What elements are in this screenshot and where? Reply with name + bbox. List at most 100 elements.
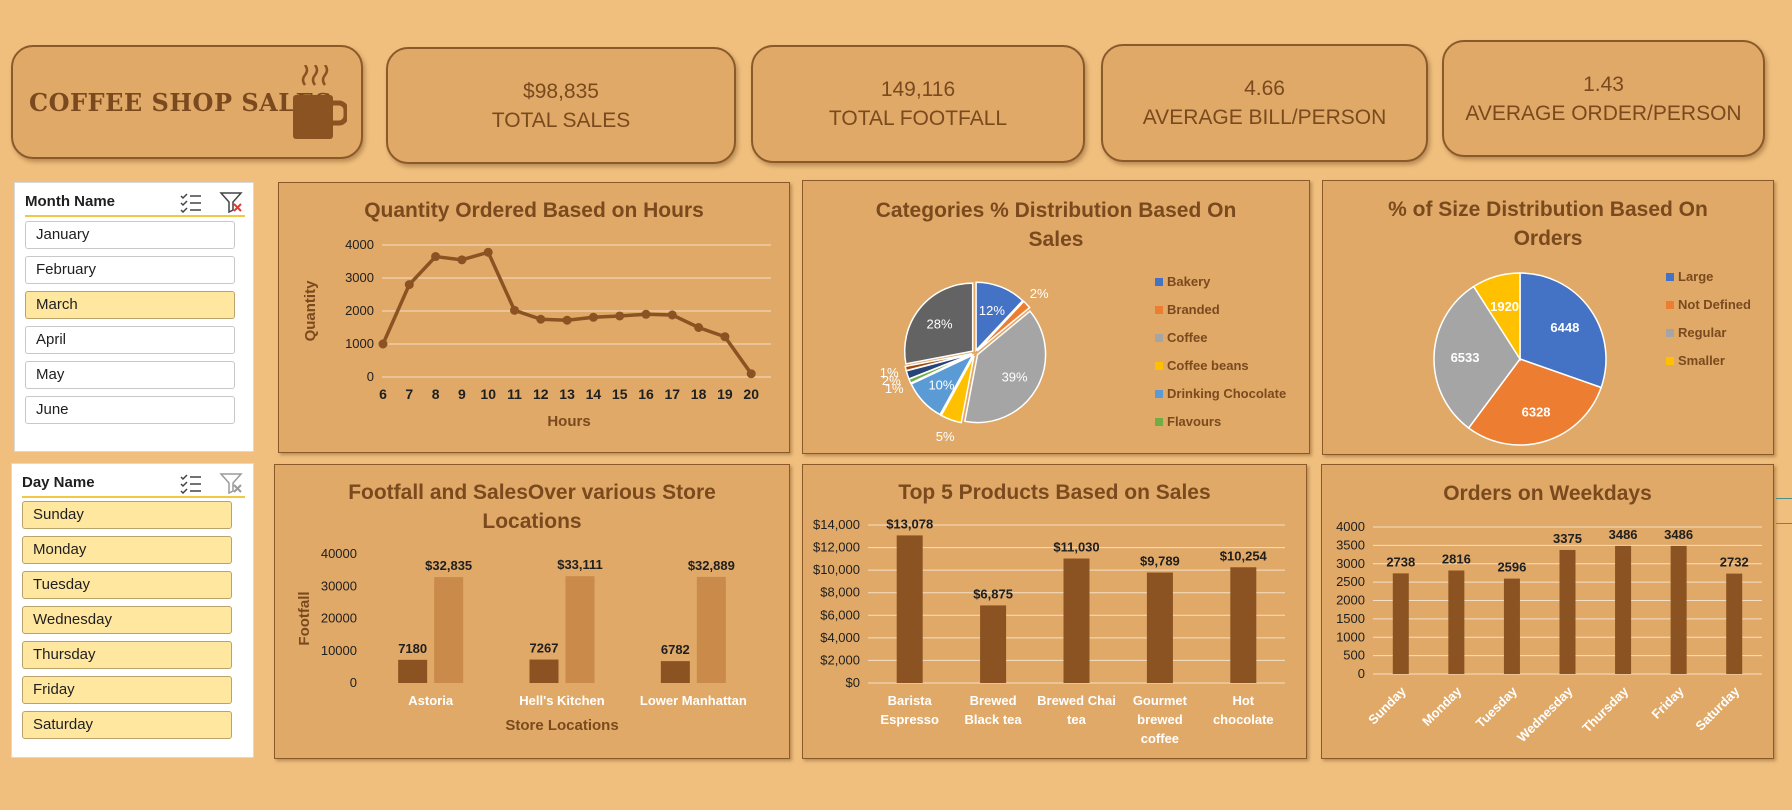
data-point xyxy=(746,369,756,379)
slice-label: 6448 xyxy=(1550,320,1579,335)
data-point xyxy=(404,280,414,290)
coffee-mug-icon xyxy=(293,65,347,139)
data-point xyxy=(378,339,388,349)
legend-label: Flavours xyxy=(1167,414,1221,429)
slice-label: 2% xyxy=(1030,286,1049,301)
clear-filter-icon[interactable] xyxy=(219,191,243,213)
data-label: $6,875 xyxy=(973,586,1013,601)
y-tick-label: $14,000 xyxy=(813,517,860,532)
y-tick-label: 2000 xyxy=(345,303,374,318)
y-tick-label: $0 xyxy=(846,675,860,690)
slicer-item-june[interactable]: June xyxy=(25,396,235,424)
month-slicer: Month Name January February March April May J… xyxy=(14,182,254,452)
x-tick-label: Astoria xyxy=(408,693,454,708)
bar xyxy=(1615,545,1632,674)
sizes-chart-panel: % of Size Distribution Based On Orders 6… xyxy=(1322,180,1774,455)
x-tick-label: 19 xyxy=(717,386,733,402)
bar xyxy=(1448,570,1465,674)
slicer-item-sunday[interactable]: Sunday xyxy=(22,501,232,529)
slice-label: 1% xyxy=(880,365,899,380)
y-tick-label: 2000 xyxy=(1336,593,1365,608)
slicer-title: Day Name xyxy=(22,474,95,491)
data-label: 2738 xyxy=(1386,554,1415,569)
x-axis-label: Hours xyxy=(547,413,590,430)
x-tick-label: 11 xyxy=(507,386,522,402)
legend-label: Smaller xyxy=(1678,353,1725,368)
y-tick-label: 4000 xyxy=(1336,519,1365,534)
slice-label: 6328 xyxy=(1522,405,1551,420)
slicer-item-tuesday[interactable]: Tuesday xyxy=(22,571,232,599)
data-label: 7180 xyxy=(398,641,427,656)
legend-swatch xyxy=(1155,362,1163,370)
slicer-item-thursday[interactable]: Thursday xyxy=(22,641,232,669)
slicer-item-february[interactable]: February xyxy=(25,256,235,284)
day-slicer: Day Name Sunday Monday Tuesday Wednesday Thu… xyxy=(11,463,254,758)
slicer-item-march[interactable]: March xyxy=(25,291,235,319)
slicer-item-april[interactable]: April xyxy=(25,326,235,354)
series-line xyxy=(381,250,753,375)
x-tick-label: Black tea xyxy=(965,712,1023,727)
hours-chart-panel: Quantity Ordered Based on Hours 0 1000 200… xyxy=(278,182,790,453)
legend-swatch xyxy=(1666,329,1674,337)
legend-swatch xyxy=(1155,306,1163,314)
bar xyxy=(1503,578,1520,674)
legend-label: Drinking Chocolate xyxy=(1167,386,1286,401)
x-axis-label: Store Locations xyxy=(505,717,618,734)
x-tick-label: coffee xyxy=(1141,731,1179,746)
slicer-item-wednesday[interactable]: Wednesday xyxy=(22,606,232,634)
y-tick-label: 3500 xyxy=(1336,537,1365,552)
slice-label: 1920 xyxy=(1490,299,1519,314)
x-tick-label: Brewed xyxy=(970,693,1017,708)
kpi-value: 149,116 xyxy=(880,78,956,101)
multi-select-icon[interactable] xyxy=(179,191,203,213)
clear-filter-icon[interactable] xyxy=(219,472,243,494)
data-point xyxy=(562,315,572,325)
x-tick-label: 18 xyxy=(691,386,707,402)
kpi-value: 1.43 xyxy=(1583,72,1624,96)
x-tick-label: Espresso xyxy=(880,712,939,727)
data-label: $10,254 xyxy=(1220,548,1268,563)
y-tick-label: 1500 xyxy=(1336,611,1365,626)
y-tick-label: 1000 xyxy=(1336,629,1365,644)
connector-line xyxy=(1776,498,1792,499)
data-label: 3486 xyxy=(1664,527,1693,542)
data-label: 2816 xyxy=(1442,552,1471,567)
kpi-value: $98,835 xyxy=(523,79,599,103)
slicer-item-january[interactable]: January xyxy=(25,221,235,249)
x-tick-label: chocolate xyxy=(1213,712,1274,727)
products-bar-chart: $0 $2,000 $4,000 $6,000 $8,000 $10,000 $12,000… xyxy=(813,516,1285,746)
data-point xyxy=(431,252,441,262)
slicer-item-saturday[interactable]: Saturday xyxy=(22,711,232,739)
multi-select-icon[interactable] xyxy=(179,472,203,494)
slicer-item-may[interactable]: May xyxy=(25,361,235,389)
kpi-average-order: 1.43 AVERAGE ORDER/PERSON xyxy=(1442,40,1765,157)
x-tick-label: Gourmet xyxy=(1133,693,1188,708)
products-chart-panel: Top 5 Products Based on Sales $0 $2,000 $4… xyxy=(802,464,1307,759)
stores-chart-panel: Footfall and SalesOver various Store Loc… xyxy=(274,464,790,759)
bar xyxy=(896,535,923,683)
data-point xyxy=(457,255,467,265)
x-tick-label: Lower Manhattan xyxy=(640,693,747,708)
legend-label: Large xyxy=(1678,269,1713,284)
y-tick-label: 3000 xyxy=(1336,556,1365,571)
x-tick-label: 20 xyxy=(743,386,759,402)
slicer-item-friday[interactable]: Friday xyxy=(22,676,232,704)
legend-swatch xyxy=(1155,418,1163,426)
kpi-total-footfall: 149,116 TOTAL FOOTFALL xyxy=(751,45,1085,163)
bar xyxy=(1392,573,1409,674)
data-label: 7267 xyxy=(530,641,559,656)
bar xyxy=(696,576,726,683)
y-tick-label: $6,000 xyxy=(820,607,860,622)
stores-bar-chart: 0 10000 20000 30000 40000 7180 $32,835 Astoria 7… xyxy=(296,546,747,734)
data-label: 6782 xyxy=(661,642,690,657)
y-tick-label: $4,000 xyxy=(820,630,860,645)
data-label: $11,030 xyxy=(1053,540,1099,555)
data-point xyxy=(483,247,493,257)
x-tick-label: 9 xyxy=(458,386,466,402)
data-label: $9,789 xyxy=(1140,554,1180,569)
bar xyxy=(1670,545,1687,674)
y-tick-label: 4000 xyxy=(345,237,374,252)
x-tick-label: 8 xyxy=(432,386,440,402)
slicer-item-monday[interactable]: Monday xyxy=(22,536,232,564)
data-point xyxy=(536,314,546,324)
